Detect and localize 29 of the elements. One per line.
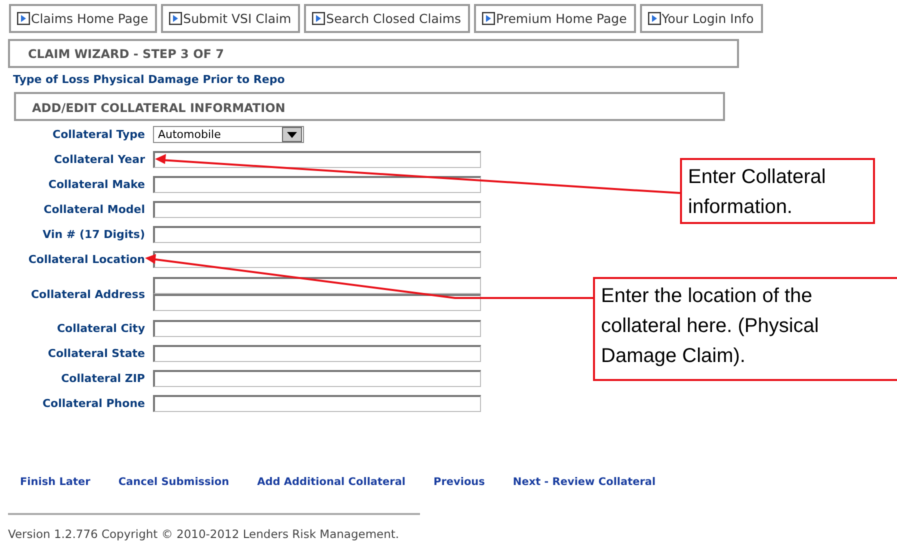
field-label: Collateral Phone — [41, 397, 146, 410]
field-label: Vin # (17 Digits) — [42, 228, 146, 241]
nav-link[interactable]: Premium Home Page — [474, 4, 636, 33]
nav-link[interactable]: Your Login Info — [640, 4, 763, 33]
field-label: Collateral Make — [47, 178, 146, 191]
field-label: Collateral Location — [27, 253, 146, 266]
field-label: Collateral City — [56, 322, 146, 335]
loss-type: Type of Loss Physical Damage Prior to Repo — [13, 73, 286, 86]
field-label: Collateral Year — [52, 153, 146, 166]
dropdown-value: Automobile — [158, 128, 221, 141]
action-link[interactable]: Next - Review Collateral — [512, 476, 656, 488]
nav-link[interactable]: Submit VSI Claim — [161, 4, 300, 33]
callout-note: Enter Collateral information. — [680, 158, 875, 224]
wizard-title: CLAIM WIZARD - STEP 3 OF 7 — [28, 47, 224, 63]
field-label: Collateral Address — [30, 288, 146, 300]
callout-note: Enter the location of the collateral here. (Physical Damage Claim). — [593, 277, 897, 381]
nav-link[interactable]: Claims Home Page — [9, 4, 158, 33]
action-link[interactable]: Finish Later — [20, 476, 90, 488]
field-label: Collateral ZIP — [60, 372, 146, 385]
action-link[interactable]: Previous — [434, 476, 485, 488]
field-label: Collateral Type — [52, 128, 146, 141]
action-link[interactable]: Cancel Submission — [118, 476, 230, 488]
section-title: ADD/EDIT COLLATERAL INFORMATION — [32, 101, 286, 117]
nav-link[interactable]: Search Closed Claims — [304, 4, 470, 33]
field-label: Collateral Model — [42, 203, 146, 216]
field-label: Collateral State — [46, 347, 146, 360]
footer-text: Version 1.2.776 Copyright © 2010-2012 Lenders Risk Management. — [8, 527, 400, 541]
action-link[interactable]: Add Additional Collateral — [257, 476, 406, 488]
type-dropdown[interactable]: Automobile — [153, 126, 304, 143]
